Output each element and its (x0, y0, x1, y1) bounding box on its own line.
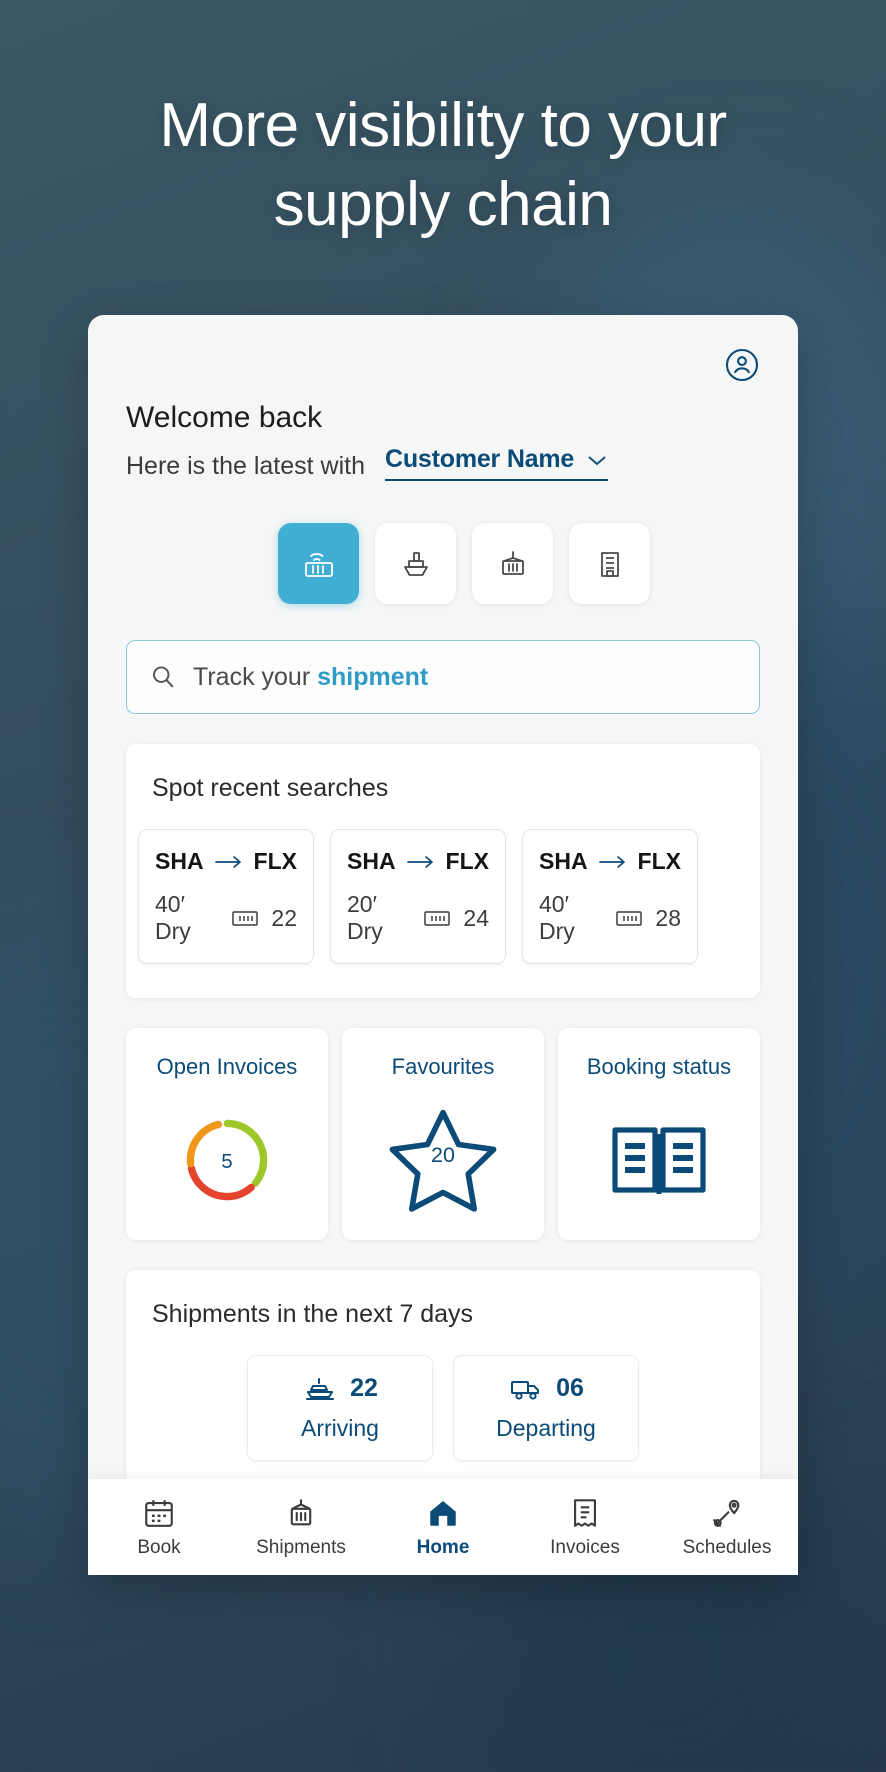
container-spec: 40′ Dry 28 (539, 891, 681, 945)
departing-label: Departing (496, 1415, 596, 1441)
recent-searches-title: Spot recent searches (152, 774, 389, 802)
track-shipment-search[interactable]: Track your shipment (126, 640, 760, 714)
destination-code: FLX (637, 848, 681, 874)
origin-code: SHA (347, 848, 396, 874)
search-icon (149, 663, 177, 691)
donut-chart-icon: 5 (179, 1080, 275, 1240)
shipments-title: Shipments in the next 7 days (152, 1300, 474, 1328)
nav-item-book[interactable]: Book (88, 1496, 230, 1559)
container-count: 28 (655, 904, 681, 931)
hero-line-1: More visibility to your (159, 91, 727, 160)
star-icon: 20 (387, 1080, 499, 1240)
svg-text:5: 5 (221, 1150, 232, 1173)
phone-mockup: Welcome back Here is the latest with Cus… (88, 315, 798, 1575)
departing-value-row: 06 (454, 1374, 638, 1403)
arriving-label: Arriving (301, 1415, 379, 1441)
container-count: 24 (463, 904, 489, 931)
arrow-right-icon (214, 855, 244, 869)
search-placeholder: Track your shipment (193, 662, 429, 691)
arrow-right-icon (598, 855, 628, 869)
stat-cards: Open Invoices 5 Favourites 20 Booking st (126, 1028, 760, 1240)
destination-code: FLX (253, 848, 297, 874)
container-type: 40′ Dry (155, 891, 191, 944)
container-spec: 40′ Dry 22 (155, 891, 297, 945)
destination-code: FLX (445, 848, 489, 874)
latest-label: Here is the latest with (126, 452, 365, 480)
route: SHA FLX (155, 848, 297, 875)
arriving-count: 22 (350, 1374, 378, 1402)
welcome-heading: Welcome back (126, 401, 323, 434)
shipments-pills: 22 Arriving 06 Departing (126, 1329, 760, 1479)
stat-title: Open Invoices (156, 1054, 298, 1079)
recent-searches-list[interactable]: SHA FLX 40′ Dry 22 SHA FLX 20′ Dry 24 SH… (126, 803, 760, 998)
svg-text:20: 20 (431, 1143, 455, 1167)
hero-line-2: supply chain (273, 170, 613, 240)
container-type: 40′ Dry (539, 891, 575, 944)
shipments-arriving[interactable]: 22 Arriving (247, 1355, 433, 1461)
nav-item-home[interactable]: Home (372, 1496, 514, 1559)
customer-selector[interactable]: Customer Name (385, 445, 609, 481)
shipments-departing[interactable]: 06 Departing (453, 1355, 639, 1461)
nav-item-schedules[interactable]: Schedules (656, 1496, 798, 1559)
nav-label: Shipments (256, 1536, 346, 1558)
container-icon (284, 1496, 318, 1530)
truck-icon (508, 1376, 544, 1402)
container-icon (614, 907, 644, 929)
nav-label: Book (137, 1536, 181, 1558)
app-scroll-area[interactable]: Welcome back Here is the latest with Cus… (88, 315, 798, 1479)
list-item[interactable]: SHA FLX 20′ Dry 24 (330, 829, 506, 964)
origin-code: SHA (155, 848, 204, 874)
mode-tab-container[interactable] (472, 523, 553, 604)
mode-tab-smart-container[interactable] (278, 523, 359, 604)
hero-heading: More visibility to your supply chain (0, 86, 886, 245)
customer-context-row: Here is the latest with Customer Name (126, 445, 798, 481)
stat-card-favourites[interactable]: Favourites 20 (342, 1028, 544, 1240)
arrow-right-icon (406, 855, 436, 869)
open-book-icon (607, 1080, 711, 1240)
container-spec: 20′ Dry 24 (347, 891, 489, 945)
nav-item-shipments[interactable]: Shipments (230, 1496, 372, 1559)
home-icon (426, 1496, 460, 1530)
schedule-route-icon (710, 1496, 744, 1530)
container-type: 20′ Dry (347, 891, 383, 944)
route: SHA FLX (539, 848, 681, 875)
arriving-value-row: 22 (248, 1374, 432, 1403)
account-circle-icon[interactable] (724, 347, 760, 383)
chevron-down-icon (586, 453, 608, 467)
stat-title: Booking status (586, 1054, 732, 1079)
stat-title: Favourites (391, 1054, 495, 1079)
nav-item-invoices[interactable]: Invoices (514, 1496, 656, 1559)
calendar-icon (142, 1496, 176, 1530)
customer-name-value: Customer Name (385, 445, 575, 473)
mode-tab-building[interactable] (569, 523, 650, 604)
list-item[interactable]: SHA FLX 40′ Dry 28 (522, 829, 698, 964)
top-bar (88, 315, 798, 383)
invoice-icon (568, 1496, 602, 1530)
ship-icon (302, 1376, 338, 1402)
transport-mode-tabs (278, 523, 798, 604)
origin-code: SHA (539, 848, 588, 874)
stat-card-open-invoices[interactable]: Open Invoices 5 (126, 1028, 328, 1240)
container-icon (230, 907, 260, 929)
shipments-next-7-days-panel: Shipments in the next 7 days 22 Arriving (126, 1270, 760, 1479)
spot-recent-searches-panel: Spot recent searches SHA FLX 40′ Dry 22 (126, 744, 760, 998)
nav-label: Schedules (682, 1536, 772, 1558)
container-count: 22 (271, 904, 297, 931)
nav-label: Invoices (550, 1536, 620, 1558)
nav-label: Home (416, 1536, 470, 1558)
route: SHA FLX (347, 848, 489, 875)
container-icon (422, 907, 452, 929)
stat-card-booking-status[interactable]: Booking status (558, 1028, 760, 1240)
departing-count: 06 (556, 1374, 584, 1402)
mode-tab-vessel[interactable] (375, 523, 456, 604)
list-item[interactable]: SHA FLX 40′ Dry 22 (138, 829, 314, 964)
bottom-navigation: Book Shipments Home Invoices Schedules (88, 1479, 798, 1575)
